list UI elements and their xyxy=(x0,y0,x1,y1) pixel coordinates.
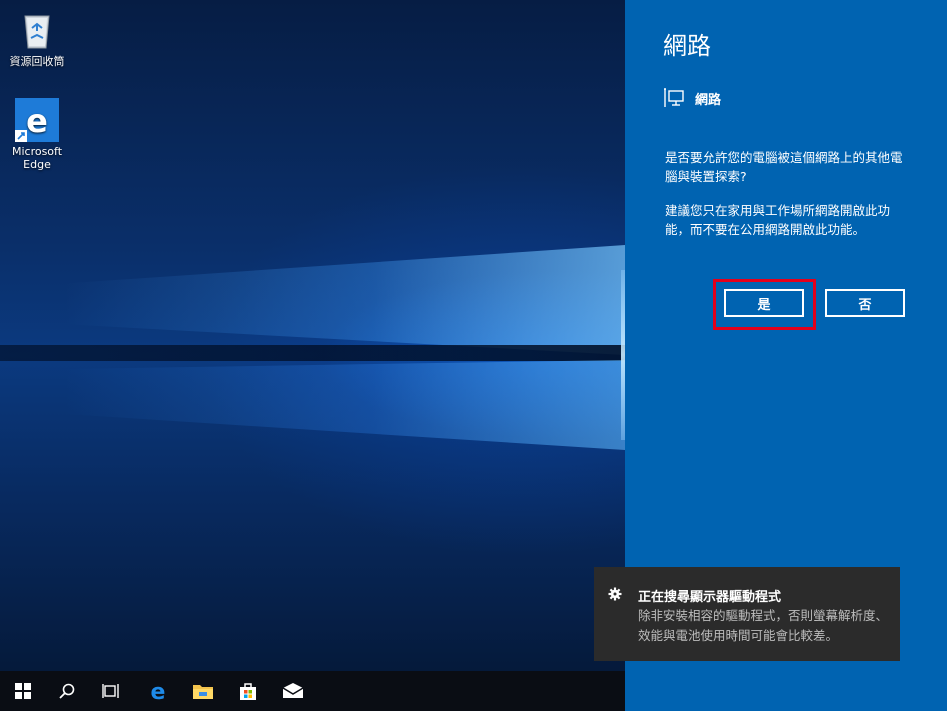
store-button[interactable] xyxy=(225,671,271,711)
file-explorer-button[interactable] xyxy=(180,671,226,711)
task-view-icon xyxy=(102,684,119,698)
desktop: 資源回收筒 e Microsoft Edge e xyxy=(0,0,625,711)
taskbar: e xyxy=(0,671,625,711)
network-name: 網路 xyxy=(695,92,722,108)
notification-body: 除非安裝相容的驅動程式，否則螢幕解析度、效能與電池使用時間可能會比較差。 xyxy=(638,608,889,643)
desktop-icon-edge[interactable]: e Microsoft Edge xyxy=(2,98,72,171)
light-divider xyxy=(0,345,625,361)
notification-toast[interactable]: 正在搜尋顯示器驅動程式 除非安裝相容的驅動程式，否則螢幕解析度、效能與電池使用時… xyxy=(594,567,900,661)
mail-button[interactable] xyxy=(270,671,316,711)
notification-title: 正在搜尋顯示器驅動程式 xyxy=(638,590,782,605)
light-beam xyxy=(65,360,625,450)
svg-text:e: e xyxy=(151,680,166,702)
desktop-icon-recycle-bin[interactable]: 資源回收筒 xyxy=(2,8,72,68)
no-button[interactable]: 否 xyxy=(825,289,905,317)
desktop-icon-label: 資源回收筒 xyxy=(9,55,65,68)
gear-icon xyxy=(608,587,622,601)
edge-icon: e xyxy=(151,680,166,702)
task-view-button[interactable] xyxy=(88,671,134,711)
recycle-bin-icon xyxy=(15,8,59,52)
panel-title: 網路 xyxy=(663,32,711,60)
file-explorer-icon xyxy=(193,685,213,699)
network-item: 網路 xyxy=(663,88,721,108)
start-button[interactable] xyxy=(0,671,46,711)
ethernet-icon xyxy=(664,88,684,107)
start-icon xyxy=(15,683,31,699)
search-button[interactable] xyxy=(44,671,90,711)
search-icon xyxy=(59,683,75,699)
light-beam xyxy=(65,245,625,355)
mail-icon xyxy=(282,683,304,698)
highlight-box xyxy=(713,279,816,330)
svg-text:e: e xyxy=(26,102,48,140)
store-icon xyxy=(240,683,256,700)
taskbar-edge-button[interactable]: e xyxy=(135,671,181,711)
edge-icon: e xyxy=(15,98,59,142)
discovery-question: 是否要允許您的電腦被這個網路上的其他電腦與裝置探索? xyxy=(665,150,903,184)
desktop-icon-label: Microsoft Edge xyxy=(11,145,63,171)
discovery-advice: 建議您只在家用與工作場所網路開啟此功能，而不要在公用網路開啟此功能。 xyxy=(665,203,891,237)
